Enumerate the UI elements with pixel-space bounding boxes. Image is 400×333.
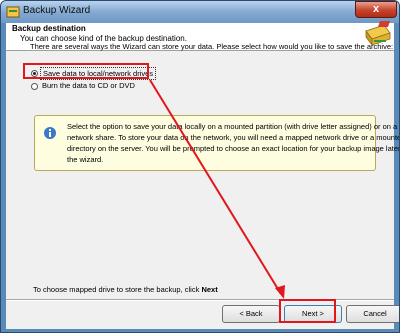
highlight-box-option (23, 63, 149, 79)
window-title: Backup Wizard (23, 5, 91, 16)
close-button[interactable]: x (355, 1, 397, 18)
info-text-line: directory on the server. You will be pro… (67, 144, 400, 153)
hint-prefix: To choose mapped drive to store the back… (33, 285, 202, 294)
wizard-window: Backup Wizard x Backup destination You c… (0, 0, 400, 333)
option-burn-cd-label[interactable]: Burn the data to CD or DVD (42, 81, 135, 90)
hint-next-word: Next (201, 285, 218, 294)
info-text-line: network share. To store your data on the… (67, 133, 400, 142)
page-title: Backup destination (12, 24, 86, 33)
info-panel: Select the option to save your data loca… (34, 115, 399, 171)
info-text-line: the wizard. (67, 155, 104, 164)
title-bar[interactable]: Backup Wizard x (1, 1, 399, 23)
back-button[interactable]: < Back (222, 305, 280, 323)
intro-text: There are several ways the Wizard can st… (30, 42, 394, 51)
cancel-button[interactable]: Cancel (346, 305, 399, 323)
radio-burn-cd[interactable] (31, 83, 38, 90)
app-icon (6, 6, 20, 18)
info-text-line: Select the option to save your data loca… (67, 122, 398, 131)
hint-text: To choose mapped drive to store the back… (33, 285, 218, 294)
info-icon (44, 127, 56, 139)
highlight-box-next (279, 299, 336, 323)
